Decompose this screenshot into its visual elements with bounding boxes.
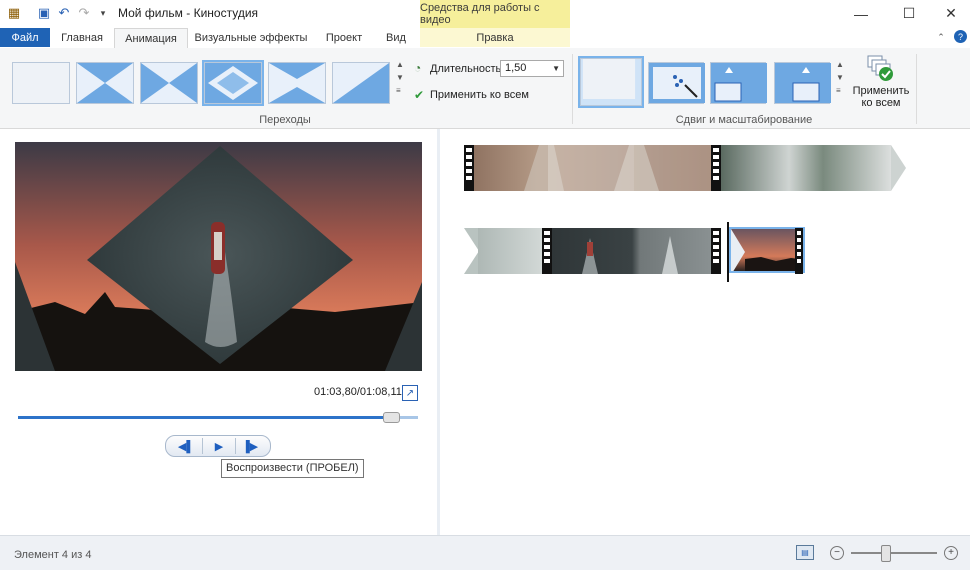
window-title: Мой фильм - Киностудия — [118, 6, 259, 20]
play-tooltip: Воспроизвести (ПРОБЕЛ) — [221, 459, 364, 478]
clip-film-strip — [542, 228, 552, 274]
clip-sunset-selected[interactable] — [729, 227, 805, 273]
apply-to-all-pan-zoom-button[interactable]: Применить ко всем — [846, 85, 916, 109]
zoom-slider-handle[interactable] — [881, 545, 892, 562]
save-icon[interactable]: ▣ — [36, 5, 52, 21]
undo-icon[interactable]: ↶ — [56, 5, 72, 21]
quick-access-dropdown-icon[interactable]: ▾ — [95, 5, 111, 21]
status-bar: Элемент 4 из 4 ▤ − + — [0, 535, 970, 570]
pan-zoom-up-left[interactable] — [710, 62, 767, 104]
clip-transition-notch — [464, 228, 479, 274]
transition-x-cross[interactable] — [268, 62, 326, 104]
transition-bowtie[interactable] — [140, 62, 198, 104]
title-bar: ▦ ▣ ↶ ↷ ▾ Мой фильм - Киностудия Средств… — [0, 0, 970, 28]
fullscreen-icon[interactable]: ↗ — [402, 385, 418, 401]
pan-zoom-auto[interactable] — [648, 62, 705, 104]
clip-film-strip — [795, 228, 803, 274]
group-separator — [916, 54, 917, 124]
transitions-group-label: Переходы — [259, 114, 311, 126]
seek-progress-fill — [18, 416, 390, 419]
apply-to-all-icon[interactable] — [866, 54, 894, 82]
playback-controls: ◀▌ ▶ ▐▶ — [165, 435, 271, 457]
group-separator — [572, 54, 573, 124]
clip-film-strip — [711, 228, 721, 274]
apply-check-icon: ✔ — [414, 88, 425, 102]
clock-icon: ◔ — [414, 61, 422, 75]
next-frame-icon[interactable]: ▐▶ — [234, 438, 266, 454]
duration-select[interactable]: 1,50 ▼ — [500, 60, 564, 77]
thumbnail-size-icon[interactable]: ▤ — [796, 545, 814, 560]
clip-road[interactable] — [464, 145, 714, 191]
pan-zoom-none[interactable] — [578, 56, 644, 108]
clip-film-strip — [464, 145, 474, 191]
previous-frame-icon[interactable]: ◀▌ — [170, 438, 202, 454]
ribbon: ▲ ▼ ≡ Длительность: ◔ 1,50 ▼ ✔ Применить ко… — [0, 48, 970, 129]
tab-project[interactable]: Проект — [316, 28, 372, 47]
clip-transition-arrow — [891, 145, 906, 191]
video-preview[interactable] — [15, 142, 422, 371]
close-icon[interactable]: ✕ — [928, 0, 970, 27]
clip-film-strip — [711, 145, 721, 191]
context-tab-header: Средства для работы с видео — [420, 0, 570, 28]
chevron-down-icon: ▼ — [552, 64, 560, 73]
ribbon-tabs: Файл Главная Анимация Визуальные эффекты… — [0, 28, 970, 49]
pan-zoom-group-label: Сдвиг и масштабирование — [675, 114, 813, 126]
apply-to-all-transitions-button[interactable]: Применить ко всем — [430, 89, 529, 101]
duration-value: 1,50 — [505, 62, 527, 74]
clip-fog-forest[interactable] — [721, 145, 891, 191]
help-icon[interactable]: ? — [954, 30, 967, 43]
transition-none[interactable] — [12, 62, 70, 104]
transition-diamond[interactable] — [202, 60, 264, 106]
timecode: 01:03,80/01:08,11 — [314, 386, 402, 398]
tab-animation[interactable]: Анимация — [114, 28, 188, 49]
maximize-icon[interactable]: ☐ — [886, 0, 932, 27]
transition-diagonal-cross[interactable] — [76, 62, 134, 104]
clip-fog-forest-end[interactable] — [478, 228, 542, 274]
redo-icon[interactable]: ↷ — [76, 5, 92, 21]
zoom-slider-track[interactable] — [851, 552, 937, 554]
duration-label: Длительность: — [430, 63, 505, 75]
pan-zoom-up-right[interactable] — [774, 62, 831, 104]
status-text: Элемент 4 из 4 — [14, 549, 92, 561]
pan-zoom-gallery-scroll[interactable]: ▲ ▼ ≡ — [836, 58, 844, 97]
app-film-icon[interactable]: ▦ — [6, 5, 22, 21]
tab-home[interactable]: Главная — [52, 28, 112, 47]
collapse-ribbon-icon[interactable]: ⌃ — [934, 28, 948, 47]
zoom-out-icon[interactable]: − — [830, 546, 844, 560]
playhead[interactable] — [727, 222, 729, 282]
transitions-gallery-scroll[interactable]: ▲ ▼ ≡ — [396, 58, 404, 97]
transition-diagonal-wipe[interactable] — [332, 62, 390, 104]
tab-view[interactable]: Вид — [378, 28, 414, 47]
tab-file[interactable]: Файл — [0, 28, 50, 47]
seek-handle[interactable] — [383, 412, 400, 423]
tab-edit[interactable]: Правка — [420, 28, 570, 47]
play-icon[interactable]: ▶ — [202, 438, 236, 454]
minimize-icon[interactable]: — — [838, 0, 884, 27]
clip-boat[interactable] — [552, 228, 712, 274]
tab-visual-effects[interactable]: Визуальные эффекты — [190, 28, 312, 47]
zoom-in-icon[interactable]: + — [944, 546, 958, 560]
